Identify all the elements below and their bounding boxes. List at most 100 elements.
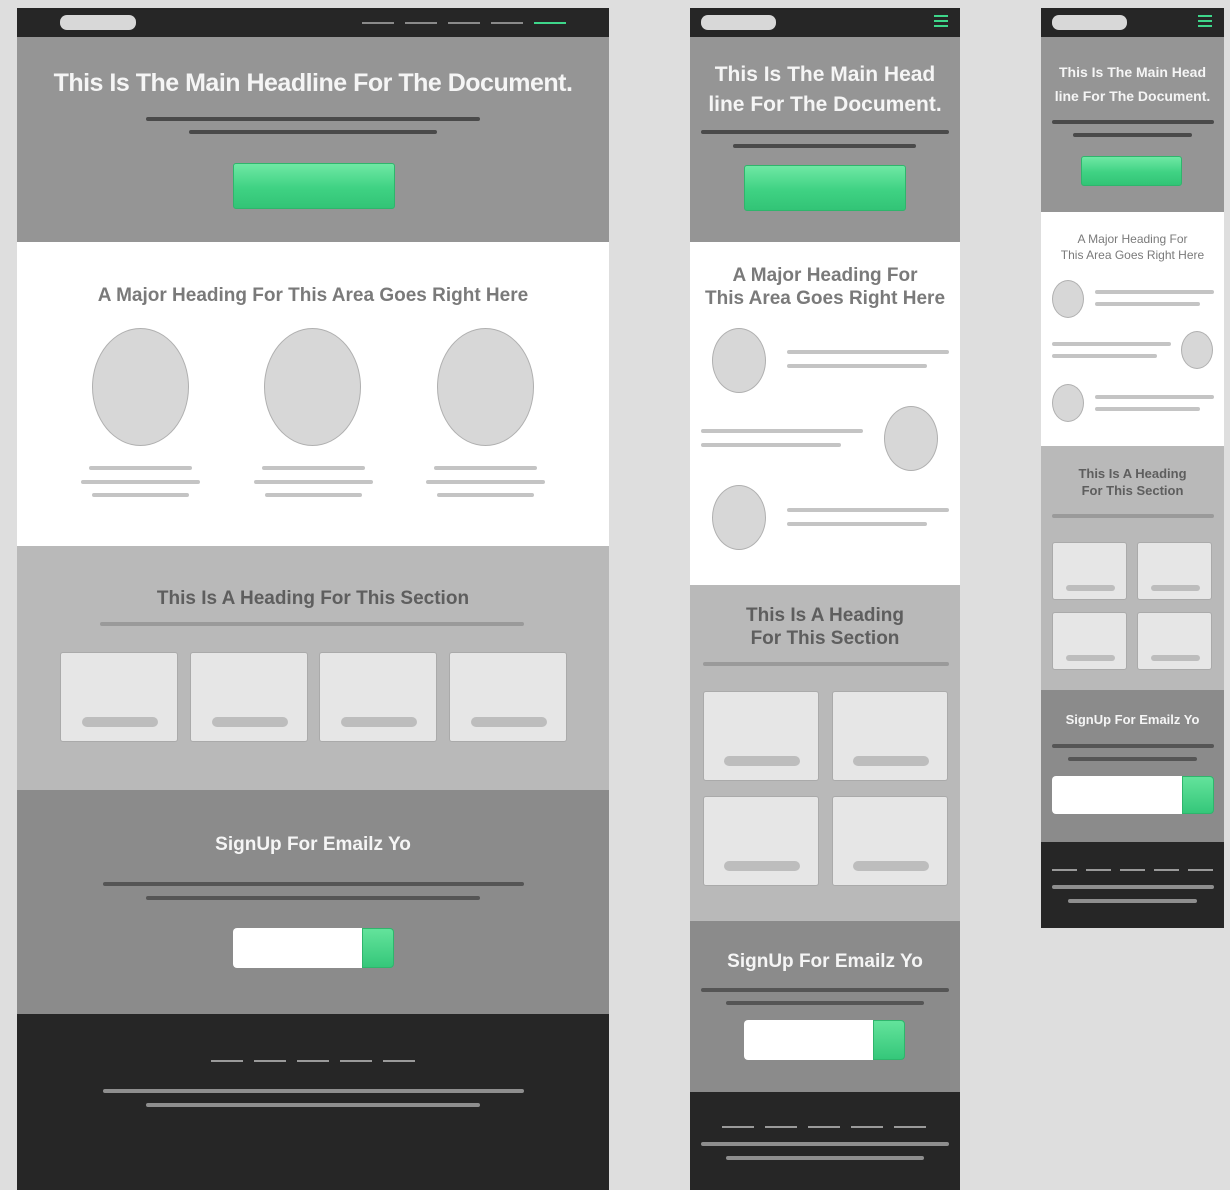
footer-link[interactable] xyxy=(1086,869,1111,871)
footer-link[interactable] xyxy=(851,1126,883,1128)
mobile-hero: This Is The Main Head line For The Docum… xyxy=(1041,37,1224,212)
logo-placeholder[interactable] xyxy=(701,15,776,30)
card-label-bar xyxy=(341,717,417,727)
section-card[interactable] xyxy=(703,796,819,886)
feature-image xyxy=(884,406,938,471)
footer-link[interactable] xyxy=(1120,869,1145,871)
tablet-features: A Major Heading For This Area Goes Right… xyxy=(690,242,960,585)
section-card[interactable] xyxy=(1052,612,1127,670)
nav-link-active[interactable] xyxy=(534,22,566,24)
section-card[interactable] xyxy=(1137,612,1212,670)
hero-subtext-line xyxy=(189,130,437,134)
card-label-bar xyxy=(1066,585,1115,591)
hero-cta-button[interactable] xyxy=(1081,156,1182,186)
features-heading-line-2: This Area Goes Right Here xyxy=(1060,248,1205,262)
section-card[interactable] xyxy=(832,796,948,886)
desktop-wireframe: This Is The Main Headline For The Docume… xyxy=(17,8,609,1190)
section-heading-underline xyxy=(703,662,949,666)
desktop-section: This Is A Heading For This Section xyxy=(17,546,609,790)
feature-text-line xyxy=(701,443,841,447)
footer-link[interactable] xyxy=(211,1060,243,1062)
section-card[interactable] xyxy=(703,691,819,781)
footer-link[interactable] xyxy=(340,1060,372,1062)
features-heading-line-1: A Major Heading For xyxy=(732,265,918,286)
mobile-footer xyxy=(1041,842,1224,928)
footer-text-line xyxy=(146,1103,480,1107)
email-submit-button[interactable] xyxy=(1182,776,1214,814)
logo-placeholder[interactable] xyxy=(60,15,136,30)
feature-text-line xyxy=(89,466,192,470)
feature-text-line xyxy=(265,493,362,497)
footer-link[interactable] xyxy=(808,1126,840,1128)
card-label-bar xyxy=(724,861,800,871)
feature-text-line xyxy=(1095,290,1214,294)
footer-link[interactable] xyxy=(722,1126,754,1128)
signup-subtext-line xyxy=(726,1001,924,1005)
section-card[interactable] xyxy=(1137,542,1212,600)
footer-link[interactable] xyxy=(383,1060,415,1062)
hamburger-icon[interactable] xyxy=(934,15,948,30)
email-input[interactable] xyxy=(1052,776,1183,814)
signup-subtext-line xyxy=(146,896,480,900)
feature-text-line xyxy=(1095,407,1200,411)
feature-image xyxy=(1052,280,1084,318)
footer-link[interactable] xyxy=(254,1060,286,1062)
section-card[interactable] xyxy=(832,691,948,781)
footer-text-line xyxy=(1052,885,1214,889)
section-heading: This Is A Heading For This Section xyxy=(156,588,470,609)
card-label-bar xyxy=(1066,655,1115,661)
footer-link[interactable] xyxy=(894,1126,926,1128)
section-card[interactable] xyxy=(1052,542,1127,600)
footer-link[interactable] xyxy=(297,1060,329,1062)
feature-text-line xyxy=(1095,395,1214,399)
footer-text-line xyxy=(1068,899,1197,903)
hero-headline: This Is The Main Headline For The Docume… xyxy=(53,69,573,97)
hamburger-icon[interactable] xyxy=(1198,15,1212,30)
tablet-footer xyxy=(690,1092,960,1190)
email-input[interactable] xyxy=(744,1020,874,1060)
hero-cta-button[interactable] xyxy=(233,163,395,209)
nav-link-2[interactable] xyxy=(405,22,437,24)
hero-cta-button[interactable] xyxy=(744,165,906,211)
section-heading-line-1: This Is A Heading xyxy=(1078,466,1187,481)
footer-link[interactable] xyxy=(1052,869,1077,871)
card-label-bar xyxy=(82,717,158,727)
feature-image xyxy=(92,328,189,446)
tablet-section: This Is A Heading For This Section xyxy=(690,585,960,921)
hero-headline-line-1: This Is The Main Head xyxy=(714,63,936,86)
footer-link[interactable] xyxy=(765,1126,797,1128)
desktop-footer xyxy=(17,1014,609,1190)
mobile-header xyxy=(1041,8,1224,37)
mobile-features: A Major Heading For This Area Goes Right… xyxy=(1041,212,1224,446)
email-submit-button[interactable] xyxy=(873,1020,905,1060)
feature-image xyxy=(1181,331,1213,369)
card-label-bar xyxy=(471,717,547,727)
email-submit-button[interactable] xyxy=(362,928,394,968)
card-label-bar xyxy=(1151,585,1200,591)
feature-text-line xyxy=(1052,354,1157,358)
footer-link[interactable] xyxy=(1154,869,1179,871)
email-input[interactable] xyxy=(233,928,363,968)
section-card[interactable] xyxy=(60,652,178,742)
hero-headline-line-1: This Is The Main Head xyxy=(1058,64,1207,80)
feature-image xyxy=(712,328,766,393)
logo-placeholder[interactable] xyxy=(1052,15,1127,30)
desktop-header xyxy=(17,8,609,37)
signup-heading: SignUp For Emailz Yo xyxy=(1065,712,1200,727)
nav-link-4[interactable] xyxy=(491,22,523,24)
section-heading-line-1: This Is A Heading xyxy=(745,605,904,626)
section-card[interactable] xyxy=(449,652,567,742)
desktop-features: A Major Heading For This Area Goes Right… xyxy=(17,242,609,546)
feature-image xyxy=(264,328,361,446)
feature-text-line xyxy=(81,480,200,484)
signup-subtext-line xyxy=(1068,757,1197,761)
feature-text-line xyxy=(787,350,949,354)
nav-link-3[interactable] xyxy=(448,22,480,24)
card-label-bar xyxy=(724,756,800,766)
feature-text-line xyxy=(92,493,189,497)
nav-link-1[interactable] xyxy=(362,22,394,24)
mobile-wireframe: This Is The Main Head line For The Docum… xyxy=(1041,8,1224,928)
footer-link[interactable] xyxy=(1188,869,1213,871)
section-card[interactable] xyxy=(190,652,308,742)
section-card[interactable] xyxy=(319,652,437,742)
